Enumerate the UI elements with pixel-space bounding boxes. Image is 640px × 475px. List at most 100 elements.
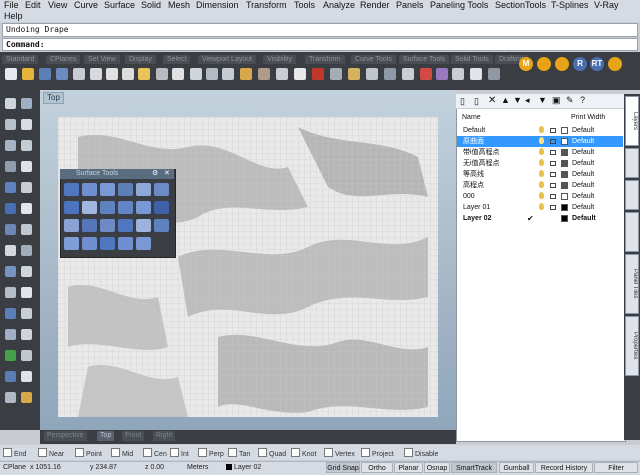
viewport-label[interactable]: Top — [43, 92, 64, 104]
menu-help[interactable]: Help — [4, 11, 23, 22]
filter-icon[interactable]: ▼ — [538, 95, 547, 105]
command-prompt[interactable]: Command: — [2, 38, 638, 51]
move-up-icon[interactable]: ▲ — [501, 95, 510, 105]
status-pane-planar[interactable]: Planar — [394, 462, 423, 473]
tab-right[interactable]: Right — [153, 431, 176, 441]
layer-row[interactable]: 000 Default — [457, 191, 623, 202]
osnap-knot[interactable]: Knot — [291, 448, 316, 458]
properties-icon[interactable] — [90, 68, 102, 80]
side-tab-3[interactable] — [625, 180, 639, 210]
menu-file[interactable]: File — [4, 0, 19, 11]
status-pane-gumball[interactable]: Gumball — [499, 462, 534, 473]
tab-standard[interactable]: Standard — [2, 55, 39, 64]
status-pane-osnap[interactable]: Osnap — [424, 462, 450, 473]
osnap-checkbox[interactable] — [291, 448, 300, 457]
menu-render[interactable]: Render — [360, 0, 390, 11]
side-tab-panel-tiles[interactable]: Panel Tiles — [625, 254, 639, 314]
osnap-checkbox[interactable] — [3, 448, 12, 457]
rotate-view-icon[interactable] — [190, 68, 202, 80]
tab-top[interactable]: Top — [97, 431, 115, 441]
left-tool-icon[interactable] — [21, 287, 32, 298]
surface-tool-icon[interactable] — [82, 237, 97, 250]
lightbulb-icon[interactable] — [539, 137, 544, 144]
cut-icon[interactable] — [106, 68, 118, 80]
osnap-perp[interactable]: Perp — [198, 448, 224, 458]
terrain-mesh[interactable] — [58, 117, 438, 417]
surface-tool-icon[interactable] — [154, 183, 169, 196]
surface-tool-icon[interactable] — [64, 237, 79, 250]
tab-front[interactable]: Front — [122, 431, 145, 441]
surface-tool-icon[interactable] — [82, 201, 97, 214]
tab-transform[interactable]: Transform — [305, 55, 345, 64]
left-tool-icon[interactable] — [21, 350, 32, 361]
left-tool-icon[interactable] — [21, 203, 32, 214]
lock-icon[interactable] — [550, 194, 556, 199]
vray-material-button[interactable]: M — [519, 57, 533, 71]
osnap-int[interactable]: Int — [170, 448, 189, 458]
status-pane-ortho[interactable]: Ortho — [361, 462, 393, 473]
surface-tool-icon[interactable] — [118, 219, 133, 232]
lightbulb-icon[interactable] — [539, 148, 544, 155]
status-pane-smarttrack[interactable]: SmartTrack — [451, 462, 497, 473]
save-as-icon[interactable] — [56, 68, 68, 80]
lightbulb-icon[interactable] — [539, 181, 544, 188]
zoom-icon[interactable] — [206, 68, 218, 80]
layer-row[interactable]: Layer 02 ✔ Default — [457, 213, 623, 224]
vray-rt-button[interactable]: RT — [590, 57, 604, 71]
shade-icon[interactable] — [384, 68, 396, 80]
left-tool-icon[interactable] — [21, 392, 32, 403]
osnap-checkbox[interactable] — [38, 448, 47, 457]
layer-row[interactable]: 带i值高程点 Default — [457, 147, 623, 158]
osnap-checkbox[interactable] — [170, 448, 179, 457]
menu-paneling-tools[interactable]: Paneling Tools — [430, 0, 488, 11]
left-tool-icon[interactable] — [21, 140, 32, 151]
lock-icon[interactable] — [550, 205, 556, 210]
layer-color-swatch[interactable] — [561, 149, 568, 156]
menu-transform[interactable]: Transform — [246, 0, 287, 11]
layer-row[interactable]: 原曲面 Default — [457, 136, 623, 147]
snapshot-icon[interactable] — [312, 68, 324, 80]
lock-icon[interactable] — [550, 150, 556, 155]
left-tool-icon[interactable] — [21, 224, 32, 235]
layer-row[interactable]: 等高线 Default — [457, 169, 623, 180]
menu-solid[interactable]: Solid — [141, 0, 161, 11]
menu-sectiontools[interactable]: SectionTools — [495, 0, 546, 11]
layer-options-icon[interactable]: ▣ — [552, 95, 561, 106]
layer-color-swatch[interactable] — [561, 138, 568, 145]
tab-curve-tools[interactable]: Curve Tools — [351, 55, 396, 64]
four-viewports-icon[interactable] — [294, 68, 306, 80]
menu-view[interactable]: View — [48, 0, 67, 11]
vray-options-button[interactable] — [537, 57, 551, 71]
light-icon[interactable] — [348, 68, 360, 80]
left-tool-icon[interactable] — [5, 182, 16, 193]
surface-tool-icon[interactable] — [136, 201, 151, 214]
paste-icon[interactable] — [138, 68, 150, 80]
status-pane-filter[interactable]: Filter — [594, 462, 638, 473]
material-icon[interactable] — [420, 68, 432, 80]
left-tool-icon[interactable] — [21, 329, 32, 340]
tab-select[interactable]: Select — [163, 55, 191, 64]
osnap-checkbox[interactable] — [258, 448, 267, 457]
select-icon[interactable] — [276, 68, 288, 80]
left-tool-icon[interactable] — [5, 266, 16, 277]
vray-light-button[interactable] — [608, 57, 622, 71]
osnap-tan[interactable]: Tan — [228, 448, 250, 458]
menu-surface[interactable]: Surface — [104, 0, 135, 11]
new-sublayer-icon[interactable]: ▯ — [474, 96, 479, 107]
surface-tool-icon[interactable] — [136, 183, 151, 196]
left-tool-icon[interactable] — [5, 329, 16, 340]
menu-curve[interactable]: Curve — [74, 0, 98, 11]
menu-edit[interactable]: Edit — [25, 0, 41, 11]
layer-color-swatch[interactable] — [561, 193, 568, 200]
osnap-checkbox[interactable] — [111, 448, 120, 457]
surface-tool-icon[interactable] — [82, 219, 97, 232]
save-icon[interactable] — [39, 68, 51, 80]
left-tool-icon[interactable] — [5, 140, 16, 151]
layer-row[interactable]: Default Default — [457, 125, 623, 136]
surface-tool-icon[interactable] — [154, 201, 169, 214]
panel-gear-icon[interactable]: ⚙ — [152, 169, 158, 179]
side-tab-2[interactable] — [625, 148, 639, 178]
lightbulb-icon[interactable] — [539, 159, 544, 166]
status-pane-record-history[interactable]: Record History — [535, 462, 593, 473]
left-tool-icon[interactable] — [21, 182, 32, 193]
